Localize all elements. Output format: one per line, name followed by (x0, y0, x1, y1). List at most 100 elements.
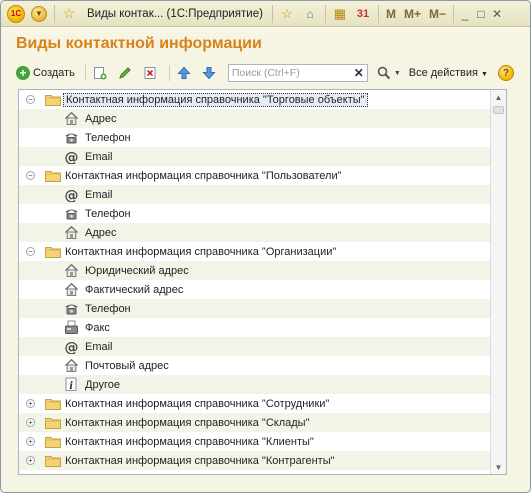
collapse-icon[interactable]: − (26, 95, 35, 104)
copy-button[interactable] (90, 63, 110, 83)
app-logo-icon[interactable]: 1С (5, 3, 27, 25)
chevron-down-icon: ▼ (481, 71, 488, 78)
memory-m-button[interactable]: M (386, 7, 396, 21)
tree-item-label: Адрес (85, 226, 117, 239)
folder-icon (45, 246, 61, 261)
tree-group-label: Контактная информация справочника "Орган… (65, 245, 337, 258)
tree-item-row[interactable]: @ Email (19, 185, 490, 204)
all-actions-menu[interactable]: Все действия ▼ (409, 67, 488, 79)
edit-button[interactable] (115, 63, 135, 83)
tree-item-label: Телефон (85, 207, 131, 220)
arrow-down-icon (202, 67, 216, 80)
email-at-icon: @ (64, 339, 79, 356)
tree-item-row[interactable]: Адрес (19, 223, 490, 242)
search-input[interactable] (228, 65, 351, 81)
house-icon (64, 111, 79, 126)
house-icon (64, 282, 79, 297)
create-button-label: Создать (33, 67, 75, 79)
mark-delete-button[interactable] (140, 63, 160, 83)
expand-icon[interactable]: + (26, 399, 35, 408)
copy-icon (93, 67, 107, 80)
collapse-icon[interactable]: − (26, 171, 35, 180)
calendar-icon[interactable]: 31 (352, 3, 374, 25)
folder-icon (45, 170, 61, 185)
tree-item-label: Факс (85, 321, 110, 334)
tree-group-row[interactable]: − Контактная информация справочника "Торг… (19, 90, 490, 109)
scroll-thumb[interactable] (493, 106, 504, 114)
tree-item-row[interactable]: Телефон (19, 204, 490, 223)
page-title: Виды контактной информации (16, 35, 262, 52)
search-field: ✕ (227, 64, 368, 82)
tree-item-row[interactable]: Адрес (19, 109, 490, 128)
vertical-scrollbar[interactable]: ▲ ▼ (490, 90, 506, 474)
tree-group-row[interactable]: + Контактная информация справочника "Клие… (19, 432, 490, 451)
minimize-icon[interactable]: _ (457, 7, 473, 21)
title-bar: 1С ▼ ☆ Виды контак... (1С:Предприятие) ☆… (1, 1, 530, 27)
tree-group-label: Контактная информация справочника "Сотру… (65, 397, 330, 410)
favorite-star-icon[interactable]: ☆ (58, 3, 80, 25)
chevron-down-icon: ▼ (31, 5, 47, 22)
house-icon (64, 358, 79, 373)
tree-group-row[interactable]: + Контактная информация справочника "Сотр… (19, 394, 490, 413)
tree-item-label: Email (85, 340, 113, 353)
separator (324, 4, 326, 23)
tree-item-row[interactable]: Телефон (19, 128, 490, 147)
tree-item-label: Email (85, 150, 113, 163)
expand-icon[interactable]: + (26, 437, 35, 446)
folder-icon (45, 417, 61, 432)
search-button[interactable] (374, 63, 394, 83)
email-at-icon: @ (64, 187, 79, 204)
separator (84, 65, 86, 81)
svg-text:@: @ (65, 340, 79, 354)
tree-item-row[interactable]: Юридический адрес (19, 261, 490, 280)
window-title: Виды контак... (1С:Предприятие) (87, 7, 263, 20)
create-button[interactable]: + Создать (16, 66, 75, 80)
tree-item-label: Почтовый адрес (85, 359, 169, 372)
move-down-button[interactable] (199, 63, 219, 83)
magnifier-icon (377, 66, 391, 80)
tree-item-row[interactable]: @ Email (19, 337, 490, 356)
expand-icon[interactable]: + (26, 456, 35, 465)
tree-item-label: Другое (85, 378, 120, 391)
tree-group-row[interactable]: + Контактная информация справочника "Скла… (19, 413, 490, 432)
tree-item-row[interactable]: Телефон (19, 299, 490, 318)
clear-search-icon[interactable]: ✕ (351, 66, 367, 80)
tree-item-label: Телефон (85, 131, 131, 144)
close-icon[interactable]: ✕ (489, 7, 505, 21)
main-menu-button[interactable]: ▼ (28, 3, 50, 25)
calculator-icon[interactable]: ▦ (329, 3, 351, 25)
add-favorite-icon[interactable]: ☆ (276, 3, 298, 25)
tree-item-row[interactable]: Фактический адрес (19, 280, 490, 299)
move-up-button[interactable] (174, 63, 194, 83)
tree-group-label: Контактная информация справочника "Польз… (65, 169, 342, 182)
tree-item-row[interactable]: Почтовый адрес (19, 356, 490, 375)
history-icon[interactable]: ⌂ (299, 3, 321, 25)
help-button[interactable]: ? (497, 65, 514, 81)
tree-item-row[interactable]: i Другое (19, 375, 490, 394)
separator (168, 65, 170, 81)
delete-mark-icon (144, 67, 156, 79)
logo-text: 1С (7, 4, 25, 23)
maximize-icon[interactable]: □ (473, 7, 489, 21)
folder-icon (45, 94, 61, 109)
separator (452, 4, 454, 23)
scroll-up-icon[interactable]: ▲ (491, 90, 506, 104)
tree-group-row[interactable]: + Контактная информация справочника "Конт… (19, 451, 490, 470)
svg-text:@: @ (65, 188, 79, 202)
chevron-down-icon[interactable]: ▼ (394, 70, 401, 77)
tree-item-row[interactable]: Факс (19, 318, 490, 337)
svg-text:i: i (69, 381, 73, 392)
scroll-down-icon[interactable]: ▼ (491, 460, 506, 474)
separator (377, 4, 379, 23)
collapse-icon[interactable]: − (26, 247, 35, 256)
house-icon (64, 225, 79, 240)
tree-group-label: Контактная информация справочника "Торго… (63, 92, 368, 107)
tree-item-row[interactable]: @ Email (19, 147, 490, 166)
memory-plus-button[interactable]: M+ (404, 7, 421, 21)
tree-group-row[interactable]: − Контактная информация справочника "Поль… (19, 166, 490, 185)
tree-group-label: Контактная информация справочника "Склад… (65, 416, 310, 429)
expand-icon[interactable]: + (26, 418, 35, 427)
tree-item-label: Юридический адрес (85, 264, 189, 277)
tree-group-row[interactable]: − Контактная информация справочника "Орга… (19, 242, 490, 261)
memory-minus-button[interactable]: M− (429, 7, 446, 21)
